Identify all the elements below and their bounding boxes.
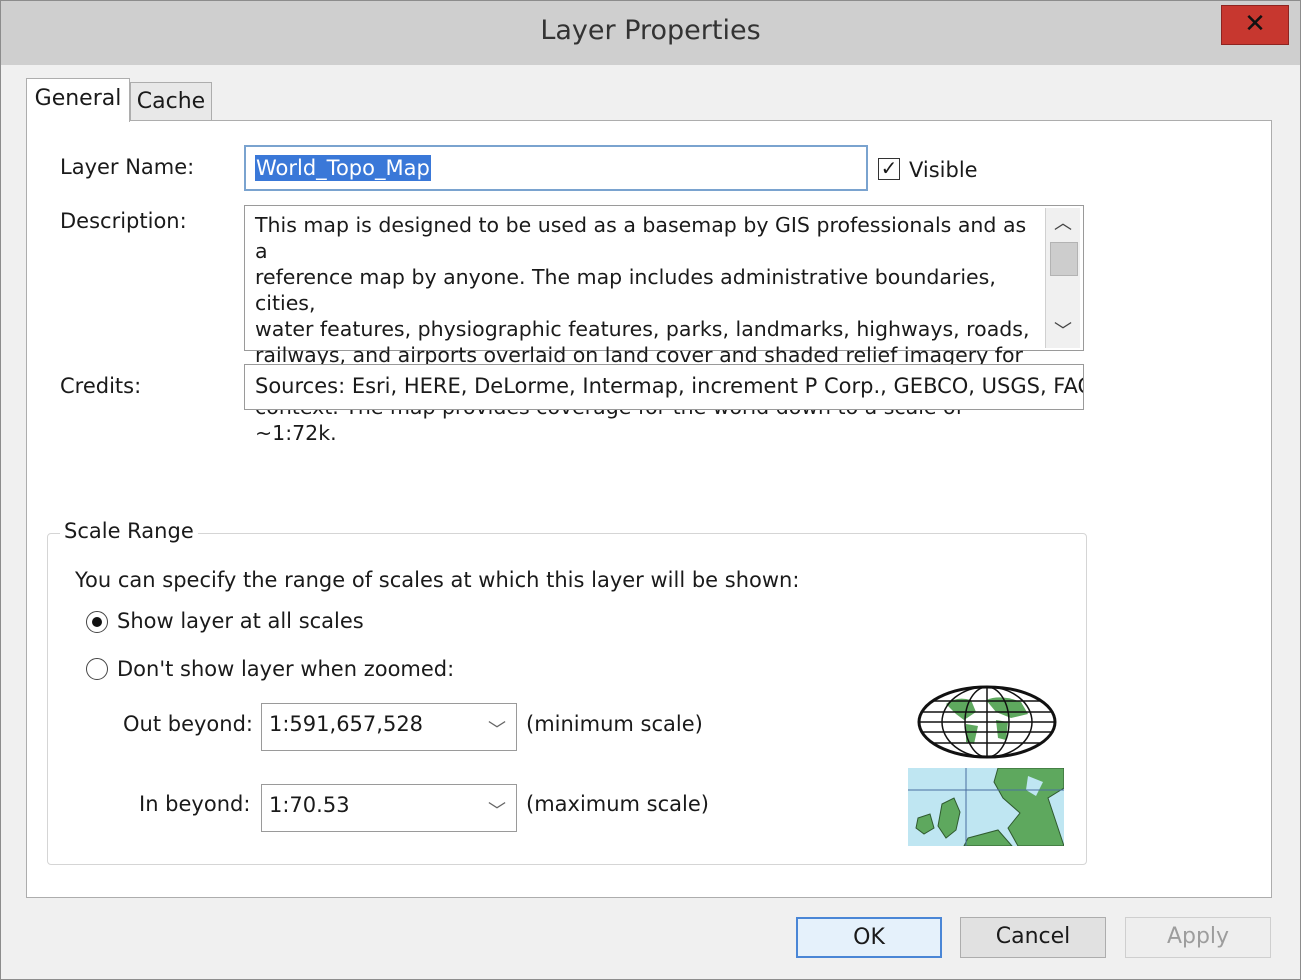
radio-dont-show-zoomed[interactable] (86, 658, 108, 680)
credits-input[interactable]: Sources: Esri, HERE, DeLorme, Intermap, … (244, 364, 1084, 410)
visible-label: Visible (909, 158, 978, 182)
radio-selected-dot (92, 617, 102, 627)
chevron-down-icon[interactable]: ﹀ (488, 797, 506, 823)
scroll-thumb[interactable] (1050, 242, 1078, 276)
out-beyond-note: (minimum scale) (526, 712, 703, 736)
description-text: This map is designed to be used as a bas… (255, 213, 1030, 445)
title-bar[interactable]: Layer Properties ✕ (1, 1, 1300, 65)
scale-range-intro: You can specify the range of scales at w… (75, 568, 800, 592)
general-panel: Layer Name: World_Topo_Map ✓ Visible Des… (26, 120, 1272, 898)
dialog-client: General Cache Layer Name: World_Topo_Map… (12, 65, 1286, 971)
cancel-button[interactable]: Cancel (960, 917, 1106, 958)
description-label: Description: (60, 209, 187, 233)
layer-properties-dialog: Layer Properties ✕ General Cache Layer N… (0, 0, 1301, 980)
layer-name-input[interactable]: World_Topo_Map (244, 145, 868, 191)
apply-button[interactable]: Apply (1125, 917, 1271, 958)
ok-button[interactable]: OK (796, 917, 942, 958)
window-title: Layer Properties (540, 15, 761, 46)
option-show-all-label[interactable]: Show layer at all scales (117, 609, 364, 633)
tab-cache[interactable]: Cache (130, 82, 212, 122)
description-textarea[interactable]: This map is designed to be used as a bas… (244, 205, 1084, 445)
scale-range-title: Scale Range (60, 519, 198, 543)
layer-name-value: World_Topo_Map (255, 155, 431, 181)
description-scrollbar[interactable]: ︿ ﹀ (1045, 208, 1080, 348)
credits-value: Sources: Esri, HERE, DeLorme, Intermap, … (255, 374, 1084, 398)
chevron-down-icon[interactable]: ﹀ (488, 716, 506, 742)
in-beyond-label: In beyond: (139, 792, 251, 816)
layer-name-label: Layer Name: (60, 155, 195, 179)
option-dont-show-label[interactable]: Don't show layer when zoomed: (117, 657, 454, 681)
tab-general[interactable]: General (26, 78, 130, 122)
scroll-down-icon[interactable]: ﹀ (1046, 318, 1080, 346)
out-beyond-label: Out beyond: (123, 712, 253, 736)
in-beyond-combo[interactable]: 1:70.53 ﹀ (261, 784, 517, 832)
radio-show-all-scales[interactable] (86, 611, 108, 633)
visible-checkbox[interactable]: ✓ (878, 158, 900, 180)
out-beyond-value: 1:591,657,528 (269, 712, 424, 736)
in-beyond-note: (maximum scale) (526, 792, 709, 816)
in-beyond-value: 1:70.53 (269, 793, 350, 817)
europe-map-icon (908, 768, 1064, 846)
credits-label: Credits: (60, 374, 142, 398)
out-beyond-combo[interactable]: 1:591,657,528 ﹀ (261, 703, 517, 751)
scale-range-group: Scale Range You can specify the range of… (47, 519, 1087, 865)
world-globe-icon (917, 685, 1057, 759)
scroll-up-icon[interactable]: ︿ (1046, 210, 1080, 238)
close-button[interactable]: ✕ (1221, 5, 1289, 45)
